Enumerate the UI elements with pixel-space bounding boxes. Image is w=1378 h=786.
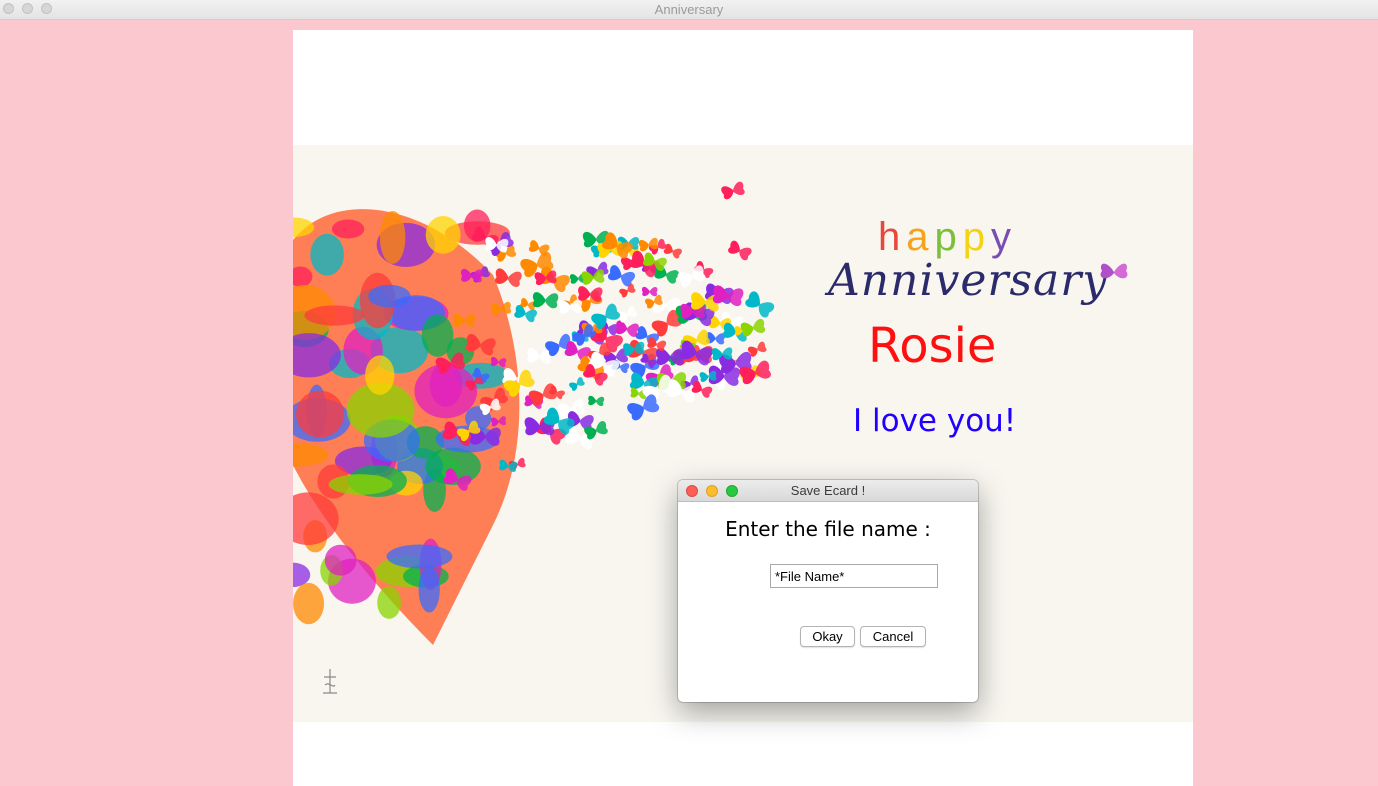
- happy-letter: a: [906, 215, 935, 259]
- file-name-prompt: Enter the file name :: [725, 517, 931, 541]
- butterfly: [740, 318, 766, 337]
- window-titlebar: Anniversary: [0, 0, 1378, 20]
- butterfly: [728, 240, 752, 261]
- color-splash: [296, 390, 345, 438]
- color-splash: [379, 211, 406, 264]
- color-splash: [377, 586, 402, 619]
- happy-letter: h: [878, 215, 907, 259]
- artist-signature-mark: [323, 669, 337, 694]
- butterfly: [656, 348, 685, 366]
- butterfly: [615, 320, 639, 337]
- save-ecard-dialog: Save Ecard ! Enter the file name : Okay …: [678, 480, 978, 702]
- cancel-button[interactable]: Cancel: [860, 626, 926, 647]
- okay-button[interactable]: Okay: [800, 626, 855, 647]
- love-message: I love you!: [853, 403, 1017, 439]
- butterfly: [532, 292, 559, 309]
- dialog-title: Save Ecard !: [790, 483, 866, 498]
- butterfly: [745, 291, 775, 318]
- color-splash: [293, 582, 325, 625]
- happy-letter: p: [962, 215, 991, 259]
- butterfly: [641, 286, 658, 297]
- butterfly: [699, 370, 717, 382]
- color-splash: [331, 219, 365, 239]
- butterfly: [569, 377, 585, 391]
- butterfly: [495, 268, 522, 287]
- color-splash: [418, 566, 440, 613]
- color-splash: [310, 233, 344, 276]
- dialog-titlebar: Save Ecard !: [678, 480, 978, 502]
- file-name-input[interactable]: [770, 564, 938, 588]
- anniversary-script-text: Anniversary: [828, 255, 1109, 306]
- happy-letter: y: [991, 215, 1017, 259]
- butterfly: [721, 181, 745, 200]
- color-splash: [425, 216, 461, 254]
- window-title: Anniversary: [654, 2, 724, 17]
- color-splash: [386, 544, 453, 569]
- butterfly: [588, 395, 605, 407]
- color-splash: [324, 544, 357, 576]
- color-splash: [421, 314, 454, 357]
- color-splash: [368, 284, 411, 308]
- butterfly-icon: [1100, 263, 1128, 279]
- happy-letter: p: [934, 215, 963, 259]
- happy-heading: happy: [878, 215, 1017, 260]
- color-splash: [304, 305, 365, 326]
- recipient-name: Rosie: [868, 318, 997, 374]
- color-splash: [365, 355, 395, 395]
- color-splash: [328, 474, 393, 495]
- butterfly: [677, 265, 706, 288]
